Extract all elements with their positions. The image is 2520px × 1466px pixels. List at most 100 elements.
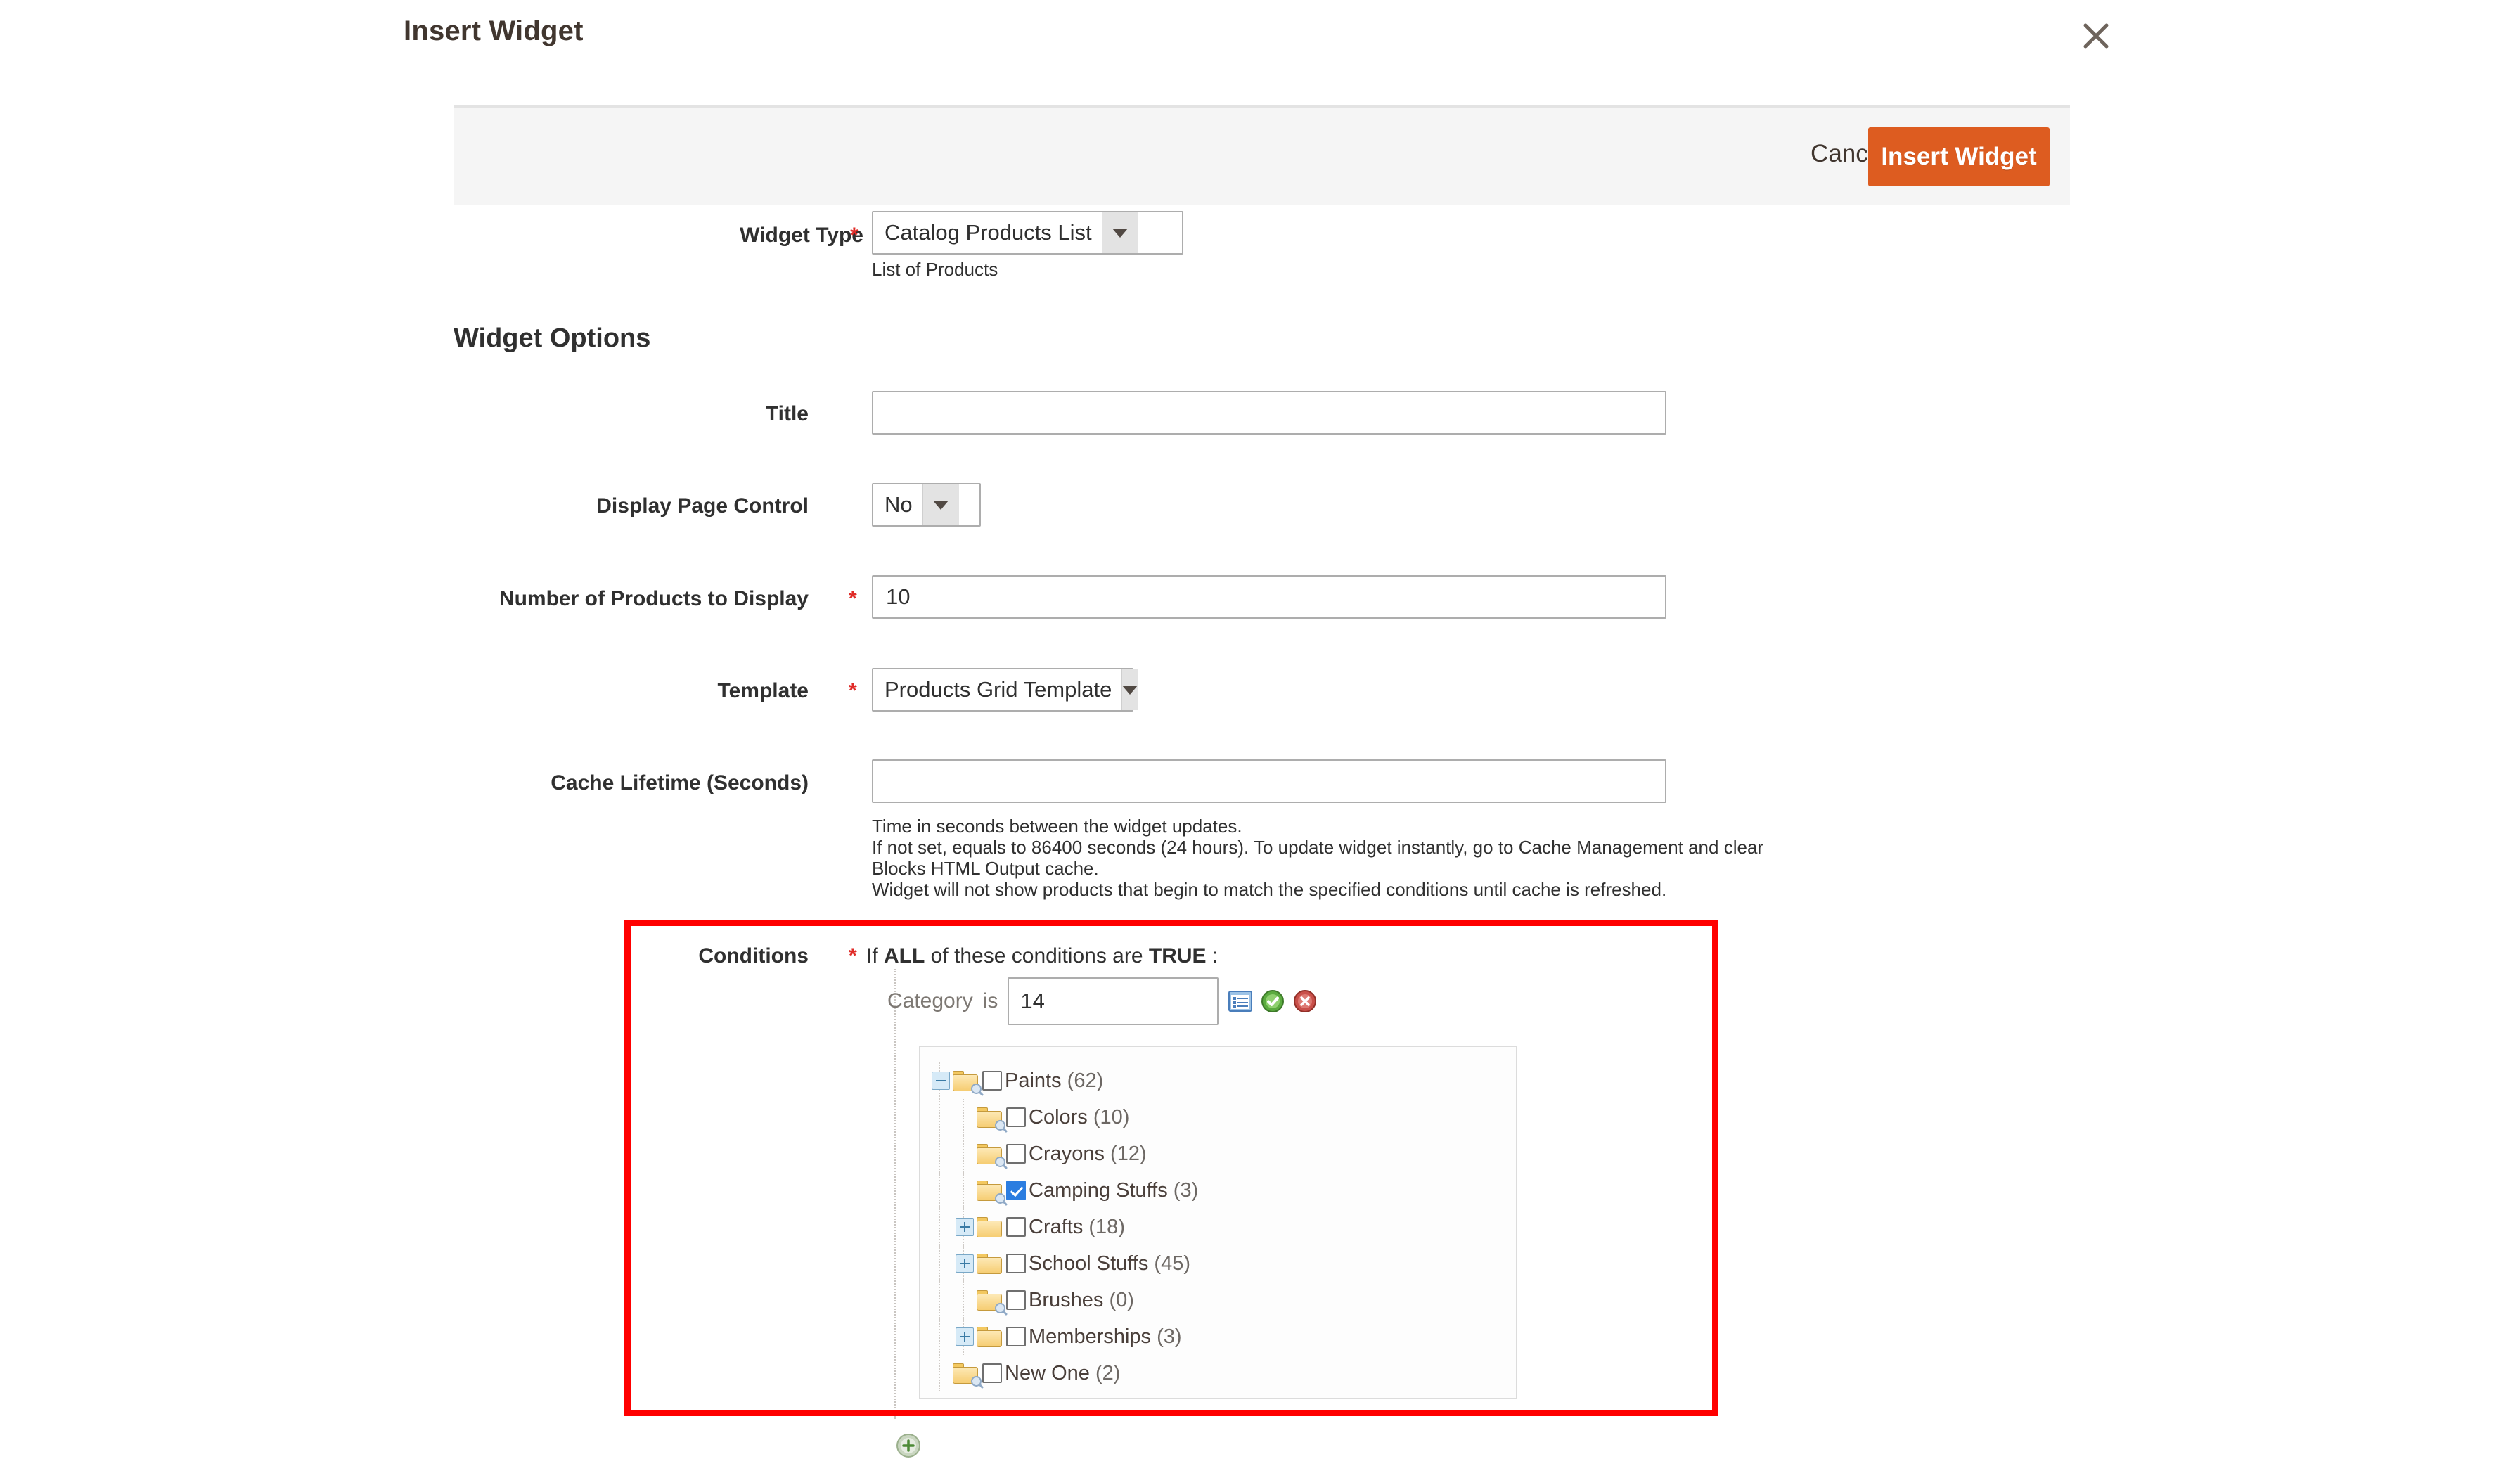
remove-cross-icon[interactable] bbox=[1293, 989, 1317, 1013]
cache-lifetime-note-4: Widget will not show products that begin… bbox=[872, 879, 1667, 900]
tree-node-count: (3) bbox=[1151, 1325, 1182, 1348]
tree-node-checkbox[interactable] bbox=[1006, 1181, 1026, 1200]
tree-expand-icon[interactable] bbox=[956, 1254, 974, 1273]
tree-collapse-icon[interactable] bbox=[932, 1072, 950, 1090]
tree-guide bbox=[939, 1318, 940, 1355]
tree-node-label: Brushes (0) bbox=[1029, 1288, 1134, 1311]
tree-node[interactable]: Paints (62) bbox=[920, 1062, 1516, 1099]
insert-widget-button[interactable]: Insert Widget bbox=[1868, 127, 2050, 186]
widget-type-note: List of Products bbox=[872, 259, 998, 280]
display-page-control-value: No bbox=[885, 492, 913, 517]
display-page-control-label: Display Page Control bbox=[596, 494, 809, 517]
tree-node-label: New One (2) bbox=[1005, 1361, 1121, 1384]
condition-row: Category is bbox=[887, 977, 1317, 1025]
tree-node-checkbox[interactable] bbox=[1006, 1327, 1026, 1346]
tree-node-count: (45) bbox=[1148, 1252, 1190, 1275]
widget-type-required: * bbox=[850, 224, 859, 247]
tree-guide bbox=[939, 1209, 940, 1245]
widget-type-select[interactable]: Catalog Products List bbox=[872, 211, 1183, 255]
tree-node-count: (2) bbox=[1089, 1361, 1121, 1384]
tree-node-checkbox[interactable] bbox=[982, 1363, 1002, 1383]
tree-node-count: (10) bbox=[1087, 1105, 1130, 1129]
conditions-intro-suffix: : bbox=[1206, 944, 1219, 967]
tree-node[interactable]: Crafts (18) bbox=[920, 1209, 1516, 1245]
tree-guide bbox=[939, 1099, 940, 1136]
template-required: * bbox=[849, 679, 857, 702]
folder-icon bbox=[977, 1216, 1003, 1237]
conditions-intro-middle: of these conditions are bbox=[925, 944, 1149, 967]
condition-operator-label[interactable]: is bbox=[983, 989, 998, 1013]
tree-toggle-spacer bbox=[956, 1145, 974, 1163]
display-page-control-select[interactable]: No bbox=[872, 483, 981, 527]
chevron-down-icon bbox=[1121, 669, 1138, 710]
cache-lifetime-label: Cache Lifetime (Seconds) bbox=[551, 771, 809, 795]
tree-node-count: (18) bbox=[1083, 1215, 1125, 1238]
tree-node-count: (62) bbox=[1061, 1069, 1104, 1092]
page-title: Insert Widget bbox=[404, 15, 584, 46]
tree-node-label: Memberships (3) bbox=[1029, 1325, 1182, 1348]
tree-node-label: School Stuffs (45) bbox=[1029, 1252, 1190, 1275]
conditions-intro-prefix: If bbox=[866, 944, 885, 967]
tree-node-checkbox[interactable] bbox=[1006, 1254, 1026, 1273]
apply-check-icon[interactable] bbox=[1261, 989, 1285, 1013]
template-select[interactable]: Products Grid Template bbox=[872, 668, 1138, 712]
tree-node[interactable]: Brushes (0) bbox=[920, 1282, 1516, 1318]
section-heading-widget-options: Widget Options bbox=[454, 323, 651, 353]
tree-node-count: (3) bbox=[1167, 1178, 1199, 1202]
folder-icon bbox=[953, 1363, 982, 1387]
widget-type-label: Widget Type bbox=[740, 224, 863, 247]
tree-node-checkbox[interactable] bbox=[1006, 1217, 1026, 1237]
tree-node[interactable]: School Stuffs (45) bbox=[920, 1245, 1516, 1282]
tree-node-checkbox[interactable] bbox=[1006, 1144, 1026, 1164]
tree-node-label: Crayons (12) bbox=[1029, 1142, 1147, 1165]
chevron-down-icon bbox=[1101, 212, 1138, 253]
insert-widget-modal: Insert Widget Cancel Insert Widget Widge… bbox=[0, 0, 2520, 1466]
list-chooser-icon[interactable] bbox=[1228, 989, 1253, 1013]
tree-node-label: Paints (62) bbox=[1005, 1069, 1104, 1092]
tree-toggle-spacer bbox=[932, 1364, 950, 1382]
folder-icon bbox=[977, 1326, 1003, 1347]
title-label: Title bbox=[765, 402, 809, 425]
folder-icon bbox=[977, 1290, 1005, 1313]
tree-node[interactable]: New One (2) bbox=[920, 1355, 1516, 1391]
tree-node-checkbox[interactable] bbox=[982, 1071, 1002, 1091]
widget-type-value: Catalog Products List bbox=[885, 220, 1092, 245]
tree-node-checkbox[interactable] bbox=[1006, 1290, 1026, 1310]
tree-toggle-spacer bbox=[956, 1291, 974, 1309]
tree-node[interactable]: Crayons (12) bbox=[920, 1136, 1516, 1172]
tree-toggle-spacer bbox=[956, 1181, 974, 1200]
tree-node-checkbox[interactable] bbox=[1006, 1107, 1026, 1127]
chevron-down-icon bbox=[922, 484, 959, 525]
template-label: Template bbox=[717, 679, 809, 702]
tree-guide bbox=[939, 1245, 940, 1282]
conditions-required: * bbox=[849, 944, 857, 967]
tree-guide bbox=[939, 1282, 940, 1318]
folder-icon bbox=[977, 1143, 1005, 1167]
number-of-products-input[interactable] bbox=[872, 575, 1666, 619]
tree-expand-icon[interactable] bbox=[956, 1218, 974, 1236]
tree-node-count: (12) bbox=[1105, 1142, 1147, 1165]
folder-icon bbox=[977, 1180, 1005, 1204]
tree-node[interactable]: Colors (10) bbox=[920, 1099, 1516, 1136]
condition-actions bbox=[1228, 989, 1317, 1013]
tree-toggle-spacer bbox=[956, 1108, 974, 1126]
conditions-aggregator[interactable]: ALL bbox=[884, 944, 925, 967]
condition-attribute-label[interactable]: Category bbox=[887, 989, 973, 1013]
cache-lifetime-note-3: Blocks HTML Output cache. bbox=[872, 858, 1099, 879]
category-tree[interactable]: Paints (62) Colors (10) Crayons (12) Campin… bbox=[919, 1046, 1517, 1399]
tree-node[interactable]: Memberships (3) bbox=[920, 1318, 1516, 1355]
cache-lifetime-input[interactable] bbox=[872, 759, 1666, 803]
conditions-label: Conditions bbox=[698, 944, 809, 967]
conditions-value-toggle[interactable]: TRUE bbox=[1149, 944, 1207, 967]
conditions-intro: If ALL of these conditions are TRUE : bbox=[866, 944, 1218, 968]
tree-expand-icon[interactable] bbox=[956, 1327, 974, 1346]
tree-node[interactable]: Camping Stuffs (3) bbox=[920, 1172, 1516, 1209]
conditions-guide-line bbox=[894, 969, 896, 1419]
condition-value-input[interactable] bbox=[1008, 977, 1219, 1025]
close-icon[interactable] bbox=[2076, 15, 2116, 56]
tree-node-label: Colors (10) bbox=[1029, 1105, 1130, 1129]
add-condition-plus-icon[interactable] bbox=[896, 1433, 921, 1458]
folder-icon bbox=[977, 1107, 1005, 1131]
title-input[interactable] bbox=[872, 391, 1666, 435]
cache-lifetime-note-2: If not set, equals to 86400 seconds (24 … bbox=[872, 837, 1764, 858]
